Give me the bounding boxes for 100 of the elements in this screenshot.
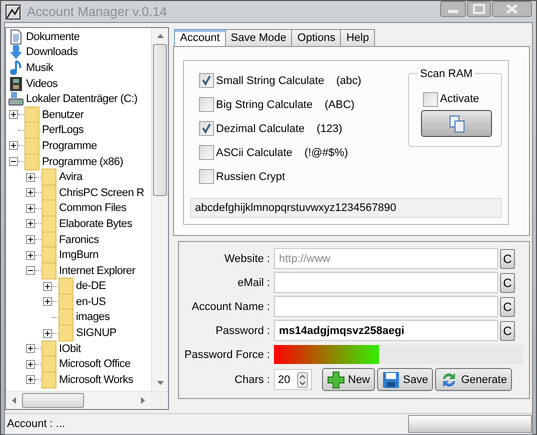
app-icon bbox=[5, 4, 21, 20]
checkbox[interactable] bbox=[199, 169, 214, 184]
window-title: Account Manager v.0.14 bbox=[27, 4, 167, 19]
tree-item[interactable]: Dokumente bbox=[26, 30, 80, 44]
expand-icon[interactable] bbox=[26, 188, 35, 198]
option-label: Russien Crypt bbox=[216, 170, 286, 182]
scroll-down-icon[interactable] bbox=[156, 381, 164, 385]
tree-item[interactable]: ChrisPC Screen R bbox=[59, 186, 144, 200]
expand-icon[interactable] bbox=[26, 344, 35, 354]
action-button[interactable]: New bbox=[322, 368, 376, 391]
sample-text: (abc) bbox=[336, 74, 362, 86]
close-button[interactable] bbox=[492, 1, 532, 17]
tree-item[interactable]: Faronics bbox=[59, 232, 99, 247]
tree-item[interactable]: Benutzer bbox=[42, 108, 84, 122]
field-label: Account Name : bbox=[190, 300, 270, 312]
tree-item[interactable]: Lokaler Datenträger (C:) bbox=[26, 92, 138, 106]
charset-field[interactable]: abcdefghijklmnopqrstuvwxyz1234567890 bbox=[190, 198, 502, 218]
expand-icon[interactable] bbox=[43, 282, 52, 291]
tree-item[interactable]: IObit bbox=[59, 342, 81, 356]
tree-item[interactable]: Programme bbox=[42, 138, 97, 153]
plus-icon bbox=[327, 370, 345, 388]
folder-icon bbox=[58, 308, 74, 326]
tree-item[interactable]: Avira bbox=[59, 170, 82, 184]
tree-item[interactable]: Microsoft Works bbox=[59, 372, 134, 387]
action-button[interactable]: Save bbox=[377, 368, 434, 391]
checkbox[interactable] bbox=[199, 97, 214, 112]
clear-button[interactable]: C bbox=[500, 320, 515, 340]
tree-item[interactable]: Internet Explorer bbox=[59, 264, 136, 278]
scroll-up-icon[interactable] bbox=[156, 34, 164, 38]
expand-icon[interactable] bbox=[26, 250, 35, 260]
option-label: ASCii Calculate bbox=[216, 146, 292, 158]
expand-icon[interactable] bbox=[26, 375, 35, 384]
tree-item[interactable]: ImgBurn bbox=[59, 248, 98, 262]
checkbox[interactable] bbox=[199, 145, 214, 160]
tree-item[interactable]: Common Files bbox=[59, 201, 126, 216]
expand-icon[interactable] bbox=[26, 219, 35, 228]
clear-button[interactable]: C bbox=[500, 248, 515, 268]
tab[interactable]: Options bbox=[291, 29, 342, 46]
expand-icon[interactable] bbox=[26, 204, 35, 213]
tab[interactable]: Save Mode bbox=[224, 29, 292, 46]
scroll-right-icon[interactable] bbox=[141, 397, 145, 404]
tree-item[interactable]: images bbox=[76, 310, 110, 324]
field-label: Website : bbox=[223, 252, 270, 264]
tree-item[interactable]: PerfLogs bbox=[42, 123, 84, 138]
expand-icon[interactable] bbox=[43, 297, 52, 306]
expand-icon[interactable] bbox=[26, 235, 35, 244]
copy-icon bbox=[448, 114, 466, 132]
input-field[interactable]: ms14adgjmqsvz258aegi bbox=[274, 320, 498, 341]
expand-icon[interactable] bbox=[9, 141, 18, 150]
checkbox[interactable] bbox=[199, 73, 214, 88]
music-note-icon bbox=[8, 60, 24, 76]
tab[interactable]: Account bbox=[174, 29, 226, 46]
tree-item[interactable]: Microsoft Office bbox=[59, 357, 130, 372]
download-arrow-icon bbox=[8, 44, 24, 60]
tree-item[interactable]: Musik bbox=[26, 60, 54, 75]
tree-item[interactable]: Videos bbox=[26, 76, 58, 91]
folder-icon bbox=[24, 152, 40, 171]
field-label: eMail : bbox=[236, 276, 270, 288]
option-label: Big String Calculate bbox=[216, 98, 313, 110]
status-text: Account : ... bbox=[6, 418, 66, 430]
tree-item[interactable]: Elaborate Bytes bbox=[59, 216, 132, 231]
expand-icon[interactable] bbox=[43, 328, 52, 338]
tree-item[interactable]: de-DE bbox=[76, 279, 106, 294]
folder-icon bbox=[41, 355, 57, 374]
clear-button[interactable]: C bbox=[500, 272, 515, 292]
collapse-icon[interactable] bbox=[26, 266, 35, 276]
spinner-arrows-icon[interactable] bbox=[297, 372, 308, 388]
tree-item[interactable]: Downloads bbox=[26, 45, 78, 60]
expand-icon[interactable] bbox=[26, 172, 35, 182]
tree-item[interactable]: Programme (x86) bbox=[42, 154, 124, 169]
checkbox-label: Activate bbox=[440, 93, 480, 105]
input-field[interactable] bbox=[274, 272, 498, 293]
folder-icon bbox=[24, 106, 40, 124]
sample-text: (!@#$%) bbox=[304, 146, 348, 158]
maximize-button[interactable] bbox=[467, 1, 491, 17]
copy-button[interactable] bbox=[421, 110, 492, 137]
chars-spinner[interactable]: 20 bbox=[274, 369, 312, 390]
tree-item[interactable]: en-US bbox=[76, 294, 106, 309]
option-label: Small String Calculate bbox=[216, 74, 324, 86]
input-field[interactable]: http://www bbox=[274, 248, 498, 269]
expand-icon[interactable] bbox=[9, 110, 18, 120]
field-label: Chars : bbox=[234, 374, 270, 386]
horizontal-scrollbar[interactable] bbox=[6, 391, 168, 409]
clear-button[interactable]: C bbox=[500, 296, 515, 316]
action-button[interactable]: Generate bbox=[435, 368, 512, 391]
expand-icon[interactable] bbox=[26, 360, 35, 369]
input-field[interactable] bbox=[274, 296, 498, 317]
minimize-button[interactable] bbox=[440, 1, 466, 17]
checkbox[interactable] bbox=[423, 92, 438, 106]
tree-item[interactable]: SIGNUP bbox=[76, 326, 116, 340]
group-title: Scan RAM bbox=[418, 68, 475, 80]
field-label: Password Force : bbox=[183, 348, 270, 360]
checkbox[interactable] bbox=[199, 121, 214, 136]
collapse-icon[interactable] bbox=[9, 157, 18, 166]
scroll-left-icon[interactable] bbox=[12, 397, 16, 404]
field-label: Password : bbox=[214, 324, 270, 336]
tab[interactable]: Help bbox=[340, 29, 375, 46]
folder-icon bbox=[24, 121, 40, 140]
vertical-scrollbar[interactable] bbox=[151, 28, 168, 391]
folder-icon bbox=[24, 136, 40, 155]
